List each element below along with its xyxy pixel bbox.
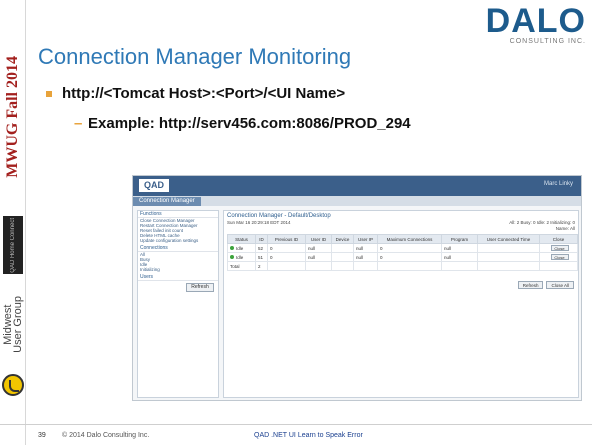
function-update-config[interactable]: Update configuration settings — [138, 238, 218, 243]
event-label: MWUG Fall 2014 — [4, 56, 21, 178]
refresh-all-button[interactable]: Refresh — [517, 281, 544, 289]
connection-summary: All: 2 Busy: 0 Idle: 2 Initializing: 0 — [509, 220, 575, 225]
id-cell: 52 — [255, 243, 268, 253]
connected-time-cell — [477, 243, 540, 253]
slide-footer: 39 © 2014 Dalo Consulting Inc. QAD .NET … — [0, 424, 592, 445]
table-row[interactable]: Idle 51 0 null null 0 null Close — [227, 252, 578, 262]
col-user-id[interactable]: User ID — [305, 234, 332, 244]
copyright: © 2014 Dalo Consulting Inc. — [62, 432, 150, 439]
tab-connection-manager[interactable]: Connection Manager — [133, 197, 201, 206]
id-cell: 51 — [255, 252, 268, 262]
functions-panel: Functions Close Connection Manager Resta… — [137, 210, 219, 398]
group-label: Midwest User Group — [2, 295, 24, 353]
device-cell — [331, 252, 354, 262]
app-header: QAD Marc Linky — [133, 176, 581, 196]
close-all-button[interactable]: Close All — [546, 281, 574, 289]
connections-header: Connections — [138, 245, 218, 252]
total-label: Total — [227, 261, 256, 271]
group-badge-icon — [2, 374, 24, 396]
col-user-ip[interactable]: User IP — [353, 234, 378, 244]
bullet-example: Example: http://serv456.com:8086/PROD_29… — [74, 115, 411, 132]
program-cell: null — [441, 243, 478, 253]
col-device[interactable]: Device — [331, 234, 354, 244]
user-id-cell: null — [305, 243, 332, 253]
table-actions: Refresh Close All — [224, 271, 578, 292]
left-sidebar: MWUG Fall 2014 QAD Home Connect Midwest … — [0, 0, 26, 445]
previous-id-cell: 0 — [267, 252, 306, 262]
col-close: Close — [539, 234, 578, 244]
page-number: 39 — [38, 432, 46, 439]
table-header-row: Status ID Previous ID User ID Device Use… — [227, 234, 578, 244]
logo-name: DALO — [485, 2, 586, 40]
close-cell: Close — [539, 252, 578, 262]
functions-header: Functions — [138, 211, 218, 218]
panel-meta: Sun Mar 16 20:29:18 EDT 2014 All: 2 Busy… — [224, 220, 578, 226]
max-connections-cell: 0 — [377, 252, 442, 262]
table-row[interactable]: Idle 52 0 null null 0 null Close — [227, 243, 578, 253]
total-value: 2 — [255, 261, 268, 271]
status-idle-icon — [230, 246, 234, 251]
side-tab: QAD Home Connect — [3, 216, 23, 274]
name-filter: Name: All — [555, 226, 575, 231]
max-connections-cell: 0 — [377, 243, 442, 253]
connection-manager-screenshot: QAD Marc Linky Connection Manager Functi… — [132, 175, 582, 401]
col-max-connections[interactable]: Maximum Connections — [377, 234, 442, 244]
users-refresh-button[interactable]: Refresh — [186, 283, 214, 292]
user-label[interactable]: Marc Linky — [544, 181, 573, 187]
device-cell — [331, 243, 354, 253]
timestamp: Sun Mar 16 20:29:18 EDT 2014 — [227, 220, 291, 225]
status-cell: Idle — [227, 252, 256, 262]
close-cell: Close — [539, 243, 578, 253]
panel-title: Connection Manager - Default/Desktop — [227, 213, 331, 219]
bullet-url: http://<Tomcat Host>:<Port>/<UI Name> — [45, 85, 346, 102]
total-row: Total 2 — [227, 261, 578, 271]
tab-bar: Connection Manager — [133, 196, 581, 206]
dalo-logo: DALO CONSULTING INC. — [486, 4, 586, 45]
slide-title: Connection Manager Monitoring — [38, 44, 352, 69]
close-connection-button[interactable]: Close — [550, 245, 569, 251]
status-cell: Idle — [227, 243, 256, 253]
user-id-cell: null — [305, 252, 332, 262]
user-ip-cell: null — [353, 243, 378, 253]
connections-table: Status ID Previous ID User ID Device Use… — [227, 234, 578, 271]
col-connected-time[interactable]: User Connected Time — [477, 234, 540, 244]
col-previous-id[interactable]: Previous ID — [267, 234, 306, 244]
col-status[interactable]: Status — [227, 234, 256, 244]
connections-initializing[interactable]: Initializing — [138, 267, 218, 272]
users-header: Users — [138, 274, 218, 281]
deck-title: QAD .NET UI Learn to Speak Error — [254, 432, 363, 439]
previous-id-cell: 0 — [267, 243, 306, 253]
connected-time-cell — [477, 252, 540, 262]
col-program[interactable]: Program — [441, 234, 478, 244]
close-connection-button[interactable]: Close — [550, 254, 569, 260]
connections-panel: Connection Manager - Default/Desktop Sun… — [223, 210, 579, 398]
status-idle-icon — [230, 255, 234, 260]
col-id[interactable]: ID — [255, 234, 268, 244]
program-cell: null — [441, 252, 478, 262]
user-ip-cell: null — [353, 252, 378, 262]
qad-logo: QAD — [139, 179, 169, 192]
